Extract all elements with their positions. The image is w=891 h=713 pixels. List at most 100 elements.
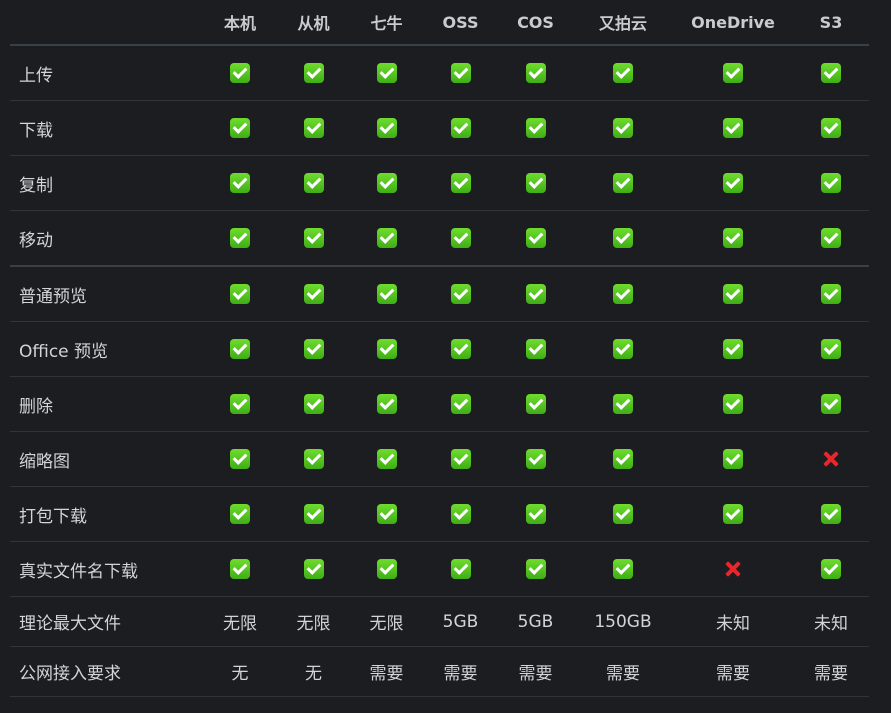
- table-cell: [423, 266, 498, 322]
- table-cell: 无限: [277, 596, 350, 647]
- table-cell: [573, 210, 673, 267]
- table-cell: [793, 321, 869, 377]
- checkmark-icon: [613, 339, 633, 359]
- table-cell: [350, 376, 423, 432]
- table-cell: [498, 431, 573, 487]
- checkmark-icon: [613, 173, 633, 193]
- checkmark-icon: [303, 284, 324, 304]
- table-row: Office 预览: [10, 321, 869, 377]
- table-cell: 无限: [203, 596, 277, 647]
- checkmark-icon: [821, 559, 841, 579]
- checkmark-icon: [303, 449, 324, 469]
- table-cell: [793, 266, 869, 322]
- feature-label: 下载: [10, 100, 203, 156]
- checkmark-icon: [821, 394, 841, 414]
- checkmark-icon: [723, 63, 743, 83]
- checkmark-icon: [723, 118, 743, 138]
- table-cell: [350, 155, 423, 211]
- table-cell: [423, 486, 498, 542]
- table-cell: 需要: [423, 646, 498, 697]
- checkmark-icon: [525, 449, 546, 469]
- feature-label: 理论最大文件: [10, 596, 203, 647]
- feature-label: 真实文件名下载: [10, 541, 203, 597]
- table-row: 下载: [10, 100, 869, 156]
- checkmark-icon: [230, 118, 250, 138]
- table-cell: 150GB: [573, 596, 673, 647]
- table-cell: [277, 45, 350, 101]
- table-cell: [423, 376, 498, 432]
- feature-label: 复制: [10, 155, 203, 211]
- table-cell: [573, 431, 673, 487]
- feature-label: 打包下载: [10, 486, 203, 542]
- checkmark-icon: [376, 284, 397, 304]
- table-cell: [423, 155, 498, 211]
- table-cell: [350, 431, 423, 487]
- table-cell: 无: [203, 646, 277, 697]
- table-row: 缩略图: [10, 431, 869, 487]
- table-cell: [423, 431, 498, 487]
- checkmark-icon: [613, 118, 633, 138]
- cross-icon: [723, 559, 743, 579]
- table-cell: [673, 45, 793, 101]
- checkmark-icon: [525, 228, 546, 248]
- checkmark-icon: [303, 173, 324, 193]
- checkmark-icon: [450, 559, 471, 579]
- table-cell: [277, 100, 350, 156]
- checkmark-icon: [376, 394, 397, 414]
- checkmark-icon: [821, 504, 841, 524]
- checkmark-icon: [450, 284, 471, 304]
- column-header-upyun: 又拍云: [573, 0, 673, 46]
- table-cell: [793, 210, 869, 267]
- checkmark-icon: [376, 118, 397, 138]
- table-cell: [203, 210, 277, 267]
- checkmark-icon: [450, 118, 471, 138]
- checkmark-icon: [450, 63, 471, 83]
- feature-label: 缩略图: [10, 431, 203, 487]
- checkmark-icon: [821, 63, 841, 83]
- table-cell: [793, 431, 869, 487]
- table-cell: [277, 486, 350, 542]
- table-cell: [673, 100, 793, 156]
- table-cell: 无限: [350, 596, 423, 647]
- checkmark-icon: [525, 394, 546, 414]
- column-header-local: 本机: [203, 0, 277, 46]
- checkmark-icon: [303, 504, 324, 524]
- checkmark-icon: [525, 118, 546, 138]
- table-cell: [277, 210, 350, 267]
- checkmark-icon: [525, 559, 546, 579]
- feature-label: 公网接入要求: [10, 646, 203, 697]
- table-cell: [498, 486, 573, 542]
- table-cell: [350, 266, 423, 322]
- checkmark-icon: [230, 559, 250, 579]
- table-cell: [277, 266, 350, 322]
- checkmark-icon: [525, 173, 546, 193]
- checkmark-icon: [376, 339, 397, 359]
- table-cell: [793, 486, 869, 542]
- checkmark-icon: [450, 449, 471, 469]
- table-cell: [277, 541, 350, 597]
- table-cell: [673, 486, 793, 542]
- cross-icon: [821, 449, 841, 469]
- table-cell: 需要: [350, 646, 423, 697]
- table-cell: [203, 431, 277, 487]
- table-cell: [673, 541, 793, 597]
- checkmark-icon: [613, 449, 633, 469]
- checkmark-icon: [723, 449, 743, 469]
- checkmark-icon: [376, 63, 397, 83]
- table-cell: [350, 210, 423, 267]
- table-cell: [573, 100, 673, 156]
- checkmark-icon: [230, 63, 250, 83]
- checkmark-icon: [613, 284, 633, 304]
- checkmark-icon: [613, 63, 633, 83]
- checkmark-icon: [230, 173, 250, 193]
- table-row: 复制: [10, 155, 869, 211]
- table-row: 真实文件名下载: [10, 541, 869, 597]
- table-cell: [350, 100, 423, 156]
- table-cell: [673, 376, 793, 432]
- checkmark-icon: [450, 339, 471, 359]
- column-header-slave: 从机: [277, 0, 350, 46]
- checkmark-icon: [230, 504, 250, 524]
- checkmark-icon: [613, 228, 633, 248]
- column-header-qiniu: 七牛: [350, 0, 423, 46]
- checkmark-icon: [376, 504, 397, 524]
